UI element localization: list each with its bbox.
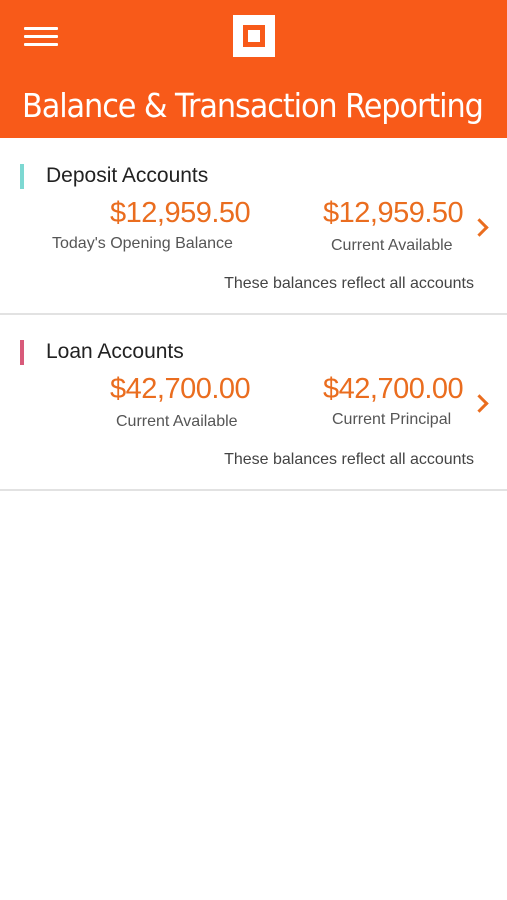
app-header: Balance & Transaction Reporting [0, 0, 507, 138]
deposit-opening-balance-label: Today's Opening Balance [52, 235, 233, 252]
square-logo-icon [233, 15, 275, 57]
deposit-accounts-card[interactable]: Deposit Accounts $12,959.50 Today's Open… [0, 139, 507, 315]
deposit-accent-bar [20, 164, 24, 189]
loan-current-principal-label: Current Principal [332, 411, 452, 428]
deposit-opening-balance-amount: $12,959.50 [110, 197, 251, 229]
hamburger-menu-icon[interactable] [24, 26, 60, 48]
chevron-right-icon[interactable] [470, 394, 489, 413]
loan-accent-bar [20, 340, 24, 365]
chevron-right-icon[interactable] [470, 218, 489, 237]
deposit-accounts-title: Deposit Accounts [46, 164, 209, 187]
loan-balances-footnote: These balances reflect all accounts [224, 451, 474, 468]
loan-accounts-card[interactable]: Loan Accounts $42,700.00 Current Availab… [0, 315, 507, 491]
loan-current-principal-amount: $42,700.00 [323, 373, 464, 405]
loan-current-available-label: Current Available [116, 413, 238, 430]
deposit-balances-footnote: These balances reflect all accounts [224, 275, 474, 292]
loan-accounts-title: Loan Accounts [46, 340, 184, 363]
page-title: Balance & Transaction Reporting [22, 86, 484, 125]
deposit-current-available-label: Current Available [331, 237, 453, 254]
loan-current-available-amount: $42,700.00 [110, 373, 251, 405]
deposit-current-available-amount: $12,959.50 [323, 197, 464, 229]
